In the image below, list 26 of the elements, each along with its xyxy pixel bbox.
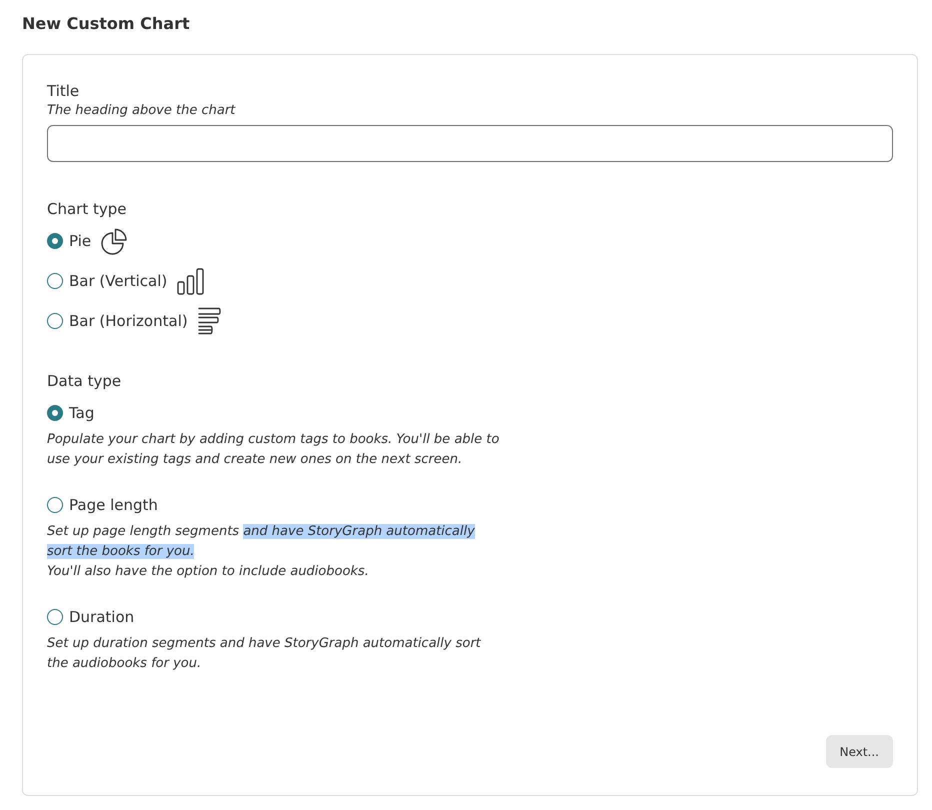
next-button[interactable]: Next... (826, 735, 893, 768)
page-title: New Custom Chart (22, 13, 191, 35)
radio-button[interactable] (47, 609, 63, 625)
field-hint: The heading above the chart (47, 102, 236, 120)
section-label: Chart type (47, 199, 128, 219)
radio-button[interactable] (47, 273, 63, 289)
radio-button[interactable] (47, 405, 63, 421)
section-label: Data type (47, 371, 122, 391)
radio-label[interactable]: Pie (69, 231, 92, 251)
radio-button[interactable] (47, 233, 63, 249)
radio-label[interactable]: Duration (69, 607, 134, 627)
radio-label[interactable]: Bar (Horizontal) (69, 311, 188, 331)
horizontal-bar-chart-icon (198, 307, 221, 335)
field-label: Title (47, 81, 80, 101)
radio-label[interactable]: Bar (Vertical) (69, 271, 168, 291)
radio-label[interactable]: Page length (69, 495, 158, 515)
option-note: You'll also have the option to include audiobooks. (47, 563, 370, 581)
radio-label[interactable]: Tag (69, 403, 94, 423)
option-description: Set up duration segments and have StoryGraph automatically sort the audiobooks for you. (47, 635, 482, 673)
pie-chart-icon (101, 228, 128, 254)
radio-button[interactable] (47, 497, 63, 513)
title-input-field[interactable] (47, 125, 893, 162)
option-description: Populate your chart by adding custom tags to books. You'll be able to use your existing tags and create new ones on the next screen. (47, 431, 500, 469)
option-description: Set up page length segments and have StoryGraph automatically sort the books for you. (47, 523, 476, 561)
vertical-bar-chart-icon (177, 268, 204, 294)
radio-button[interactable] (47, 313, 63, 329)
